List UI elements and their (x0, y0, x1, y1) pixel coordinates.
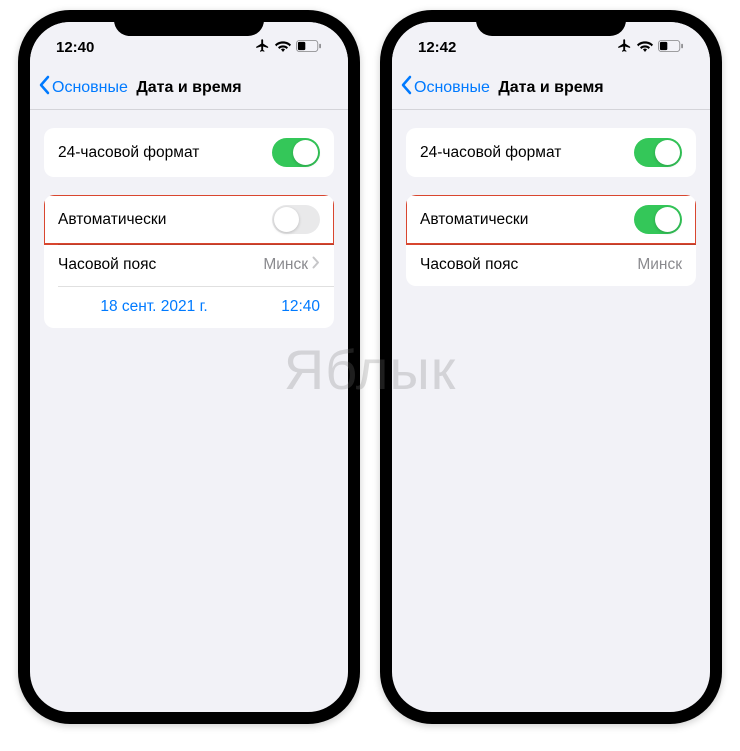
battery-icon (658, 39, 684, 56)
status-time: 12:40 (56, 33, 94, 56)
back-label: Основные (414, 79, 490, 97)
airplane-icon (617, 38, 632, 57)
group-24h: 24-часовой формат (406, 128, 696, 177)
picker-time[interactable]: 12:40 (250, 298, 320, 316)
page-title: Дата и время (136, 79, 241, 97)
nav-bar: Основные Дата и время (30, 66, 348, 110)
back-button[interactable]: Основные (30, 75, 128, 100)
group-24h: 24-часовой формат (44, 128, 334, 177)
picker-date[interactable]: 18 сент. 2021 г. (58, 298, 250, 316)
notch (114, 10, 264, 36)
row-tz-label: Часовой пояс (58, 256, 156, 274)
chevron-left-icon (400, 75, 412, 100)
row-tz-value: Минск (263, 256, 308, 274)
screen: 12:42 Основные Дата и время (392, 22, 710, 712)
chevron-right-icon (312, 256, 320, 274)
home-indicator[interactable] (129, 712, 249, 716)
toggle-auto[interactable] (634, 205, 682, 234)
row-24h: 24-часовой формат (44, 128, 334, 177)
chevron-left-icon (38, 75, 50, 100)
phone-left: 12:40 Основные Дата и время (18, 10, 360, 724)
back-label: Основные (52, 79, 128, 97)
home-indicator[interactable] (491, 712, 611, 716)
content: 24-часовой формат Автоматически Часовой … (392, 110, 710, 712)
page-title: Дата и время (498, 79, 603, 97)
wifi-icon (637, 39, 653, 56)
row-tz-value: Минск (637, 256, 682, 274)
row-auto-label: Автоматически (58, 211, 166, 229)
group-auto: Автоматически Часовой пояс Минск (406, 195, 696, 286)
toggle-auto[interactable] (272, 205, 320, 234)
row-auto: Автоматически (406, 195, 696, 244)
airplane-icon (255, 38, 270, 57)
row-auto-label: Автоматически (420, 211, 528, 229)
status-icons (255, 32, 322, 57)
phone-right: 12:42 Основные Дата и время (380, 10, 722, 724)
content: 24-часовой формат Автоматически Часовой … (30, 110, 348, 712)
group-auto: Автоматически Часовой пояс Минск 18 сент… (44, 195, 334, 328)
notch (476, 10, 626, 36)
row-24h-label: 24-часовой формат (420, 144, 561, 162)
nav-bar: Основные Дата и время (392, 66, 710, 110)
row-tz-label: Часовой пояс (420, 256, 518, 274)
row-24h-label: 24-часовой формат (58, 144, 199, 162)
row-auto: Автоматически (44, 195, 334, 244)
screen: 12:40 Основные Дата и время (30, 22, 348, 712)
status-icons (617, 32, 684, 57)
row-timezone[interactable]: Часовой пояс Минск (44, 244, 334, 286)
status-time: 12:42 (418, 33, 456, 56)
battery-icon (296, 39, 322, 56)
back-button[interactable]: Основные (392, 75, 490, 100)
row-datetime-picker[interactable]: 18 сент. 2021 г. 12:40 (44, 286, 334, 328)
row-timezone: Часовой пояс Минск (406, 244, 696, 286)
toggle-24h[interactable] (272, 138, 320, 167)
toggle-24h[interactable] (634, 138, 682, 167)
wifi-icon (275, 39, 291, 56)
row-24h: 24-часовой формат (406, 128, 696, 177)
